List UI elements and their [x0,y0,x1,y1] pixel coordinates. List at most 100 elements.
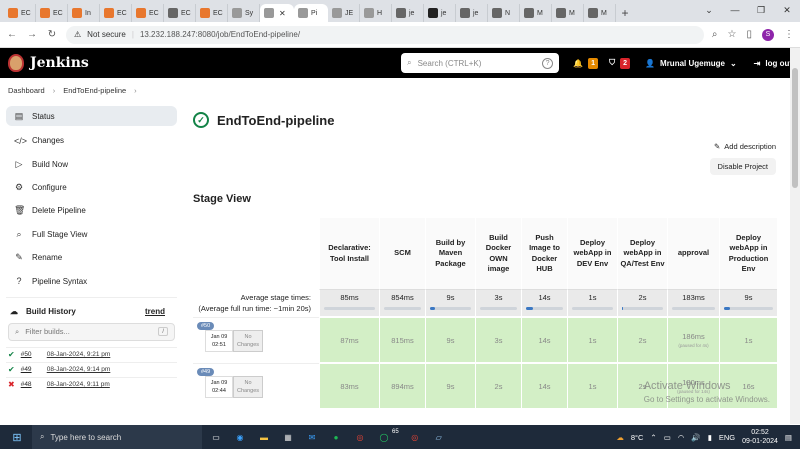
build-number-link[interactable]: #50 [21,351,41,358]
chrome-icon[interactable]: ◎ [352,429,368,445]
add-description-link[interactable]: ✎ Add description [714,140,776,152]
browser-tab[interactable]: EC [196,4,228,22]
browser-tab[interactable]: je [456,4,488,22]
user-name[interactable]: Mrunal Ugemuge [660,59,725,68]
browser-tab[interactable]: M [584,4,616,22]
build-number-link[interactable]: #49 [21,366,41,373]
build-history-row[interactable]: ✖ #48 08-Jan-2024, 9:11 pm [6,376,177,392]
warning-icon[interactable]: ⚠ [74,30,81,39]
browser-tab[interactable]: JE [328,4,360,22]
chevron-down-icon[interactable]: ⌄ [730,59,737,68]
profile-avatar[interactable]: S [762,28,774,41]
build-date-link[interactable]: 08-Jan-2024, 9:11 pm [47,381,110,388]
bell-icon[interactable]: 🔔 [573,59,583,68]
clock[interactable]: 02:52 09-01-2024 [742,428,778,446]
browser-tab[interactable]: H [360,4,392,22]
search-input[interactable]: ⌕ Search (CTRL+K) ? [401,53,560,73]
help-icon[interactable]: ? [542,57,554,69]
browser-tab[interactable]: EC [100,4,132,22]
browser-tab[interactable]: je [392,4,424,22]
url-input[interactable]: ⚠ Not secure | 13.232.188.247:8080/job/E… [66,25,704,44]
stage-run-cell[interactable]: 83ms [319,363,379,408]
stage-run-cell[interactable]: 1s [719,317,777,362]
close-tab-icon[interactable]: ✕ [279,9,286,18]
close-icon[interactable]: ✕ [774,0,800,22]
sidebar-item-build-now[interactable]: ▷ Build Now [6,152,177,175]
sidebar-item-configure[interactable]: ⚙ Configure [6,176,177,199]
stage-run-cell[interactable]: 2s [475,363,521,408]
back-icon[interactable]: ← [6,29,18,40]
run-label[interactable]: #50 [197,322,215,330]
browser-tab[interactable]: je [424,4,456,22]
bookmark-star-icon[interactable]: ☆ [728,29,737,40]
build-date-link[interactable]: 08-Jan-2024, 9:21 pm [47,351,111,358]
shield-icon[interactable]: ⛉ [609,58,615,68]
sidebar-item-rename[interactable]: ✎ Rename [6,246,177,269]
not-secure-label[interactable]: Not secure [87,30,126,39]
sidebar-item-changes[interactable]: </> Changes [6,129,177,152]
battery-icon[interactable]: ▮ [708,433,712,442]
language-indicator[interactable]: ENG [719,433,735,442]
weather-icon[interactable]: ☁ [616,433,624,442]
breadcrumb-pipeline[interactable]: EndToEnd-pipeline [63,86,126,95]
stage-run-cell[interactable]: 186ms (paused for 4s) [667,317,719,362]
sidebar-item-pipeline-syntax[interactable]: ? Pipeline Syntax [6,269,177,292]
browser-tab[interactable]: EC [36,4,68,22]
stage-run-cell[interactable]: 14s [521,363,567,408]
windows-start-icon[interactable]: ⊞ [6,431,28,444]
sidepanel-icon[interactable]: ▯ [746,29,752,40]
stage-run-cell[interactable]: 2s [617,317,667,362]
app-icon[interactable]: ▱ [431,429,447,445]
filter-builds-input[interactable]: ⌕ Filter builds... / [8,322,175,341]
file-explorer-icon[interactable]: ▬ [256,429,272,445]
wifi-icon[interactable]: ◠ [678,433,685,442]
whatsapp-icon[interactable]: ◯ [376,429,392,445]
chrome-icon[interactable]: ◎ [407,429,423,445]
run-label[interactable]: #49 [197,368,215,376]
browser-tab[interactable]: EC [4,4,36,22]
build-number-link[interactable]: #48 [21,381,41,388]
stage-run-cell[interactable]: 3s [475,317,521,362]
browser-tab[interactable]: M [520,4,552,22]
spotify-icon[interactable]: ● [328,429,344,445]
security-badge[interactable]: 2 [620,57,631,69]
stage-run-cell[interactable]: 87ms [319,317,379,362]
stage-run-cell[interactable]: 14s [521,317,567,362]
browser-tab[interactable]: N [488,4,520,22]
notifications-icon[interactable]: ▤ [785,433,792,442]
browser-tab[interactable]: Sy [228,4,260,22]
run-changes[interactable]: No Changes [233,330,263,352]
browser-tab-active[interactable]: ✕ [260,4,294,22]
maximize-icon[interactable]: ❐ [748,0,774,22]
sidebar-item-full-stage-view[interactable]: ⌕ Full Stage View [6,223,177,246]
page-scrollbar[interactable] [790,48,800,424]
url-text[interactable]: 13.232.188.247:8080/job/EndToEnd-pipelin… [140,30,300,39]
chevron-up-icon[interactable]: ⌃ [650,433,656,442]
stage-run-cell[interactable]: 9s [425,317,475,362]
weather-temp[interactable]: 8°C [631,433,644,442]
browser-tab[interactable]: EC [164,4,196,22]
edge-icon[interactable]: ◉ [232,429,248,445]
run-changes[interactable]: No Changes [233,376,263,398]
sidebar-item-status[interactable]: ▤ Status [6,106,177,126]
scrollbar-thumb[interactable] [792,68,798,188]
sidebar-item-delete-pipeline[interactable]: 🗑 Delete Pipeline [6,199,177,222]
mail-icon[interactable]: ✉ [304,429,320,445]
minimize-icon[interactable]: — [722,0,748,22]
logout-icon[interactable]: ⇥ [754,59,761,68]
chevron-right-icon[interactable]: › [134,86,137,95]
store-icon[interactable]: ▦ [280,429,296,445]
stage-run-cell[interactable]: 1s [567,363,617,408]
reload-icon[interactable]: ↻ [46,29,58,40]
menu-dots-icon[interactable]: ⋮ [784,29,794,40]
stage-run-cell[interactable]: 1s [567,317,617,362]
volume-icon[interactable]: 🔊 [691,433,700,442]
browser-tab[interactable]: Pi [294,4,328,22]
task-view-icon[interactable]: ▭ [208,429,224,445]
build-history-row[interactable]: ✔ #50 08-Jan-2024, 9:21 pm [6,346,177,362]
jenkins-logo[interactable]: Jenkins [8,54,89,72]
logout-link[interactable]: log out [765,59,792,68]
browser-tab[interactable]: In [68,4,100,22]
network-icon[interactable]: ▭ [664,433,671,442]
browser-tab[interactable]: M [552,4,584,22]
